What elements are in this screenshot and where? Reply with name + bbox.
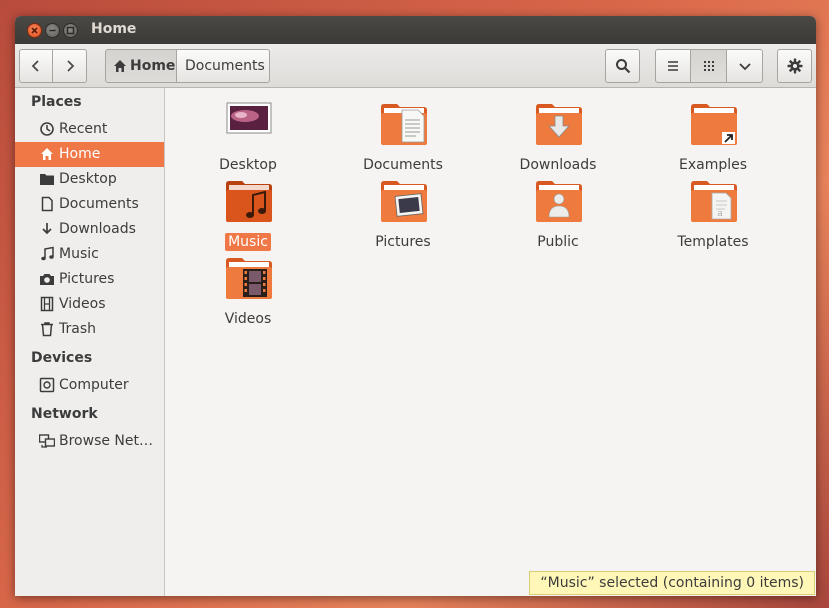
settings-button[interactable] <box>777 49 812 83</box>
back-button[interactable] <box>19 49 53 83</box>
places-header: Places <box>31 94 82 110</box>
maximize-button[interactable] <box>63 23 78 38</box>
sidebar-item-browse-network[interactable]: Browse Net… <box>15 429 164 454</box>
sidebar-item-pictures[interactable]: Pictures <box>15 267 164 292</box>
close-button[interactable] <box>27 23 42 38</box>
folder-label: Templates <box>677 234 749 250</box>
chevron-right-icon <box>66 60 74 72</box>
sidebar-item-home[interactable]: Home <box>15 142 164 167</box>
folder-label: Pictures <box>375 234 431 250</box>
sidebar-item-recent[interactable]: Recent <box>15 117 164 142</box>
file-grid: Desktop Documents Downloads Examples Mus… <box>165 88 816 596</box>
sidebar-item-label: Computer <box>59 377 129 393</box>
sidebar-item-label: Videos <box>59 296 106 312</box>
svg-text:a: a <box>717 209 723 219</box>
trash-icon <box>41 322 53 337</box>
folder-label: Desktop <box>219 157 277 173</box>
minimize-icon <box>49 29 56 32</box>
home-icon <box>114 60 126 72</box>
pictures-folder-icon <box>381 181 427 222</box>
view-options-button[interactable] <box>727 49 763 83</box>
film-icon <box>40 296 54 312</box>
music-folder-icon <box>226 181 272 222</box>
sidebar-item-documents[interactable]: Documents <box>15 192 164 217</box>
videos-folder-icon <box>226 258 272 299</box>
network-icon <box>39 434 55 448</box>
sidebar-item-downloads[interactable]: Downloads <box>15 217 164 242</box>
music-note-icon <box>41 246 54 261</box>
status-bar: “Music” selected (containing 0 items) <box>529 571 815 595</box>
computer-icon <box>39 377 55 393</box>
folder-label: Downloads <box>519 157 597 173</box>
folder-label: Documents <box>363 157 443 173</box>
clock-icon <box>40 122 54 136</box>
breadcrumb-home[interactable]: Home <box>105 49 177 83</box>
sidebar-item-trash[interactable]: Trash <box>15 317 164 342</box>
camera-icon <box>40 274 54 285</box>
download-icon <box>42 223 52 235</box>
title-bar: Home <box>15 16 816 44</box>
sidebar-item-label: Recent <box>59 121 108 137</box>
minimize-button[interactable] <box>45 23 60 38</box>
public-folder-icon <box>536 181 582 222</box>
file-manager-window: Home Home Documents Places Recent Home D… <box>15 16 816 596</box>
desktop-folder-icon <box>40 174 54 185</box>
folder-label: Public <box>537 234 579 250</box>
grid-view-icon <box>703 61 714 71</box>
templates-folder-icon: a <box>691 181 737 222</box>
sidebar-item-label: Pictures <box>59 271 115 287</box>
sidebar-item-music[interactable]: Music <box>15 242 164 267</box>
chevron-down-icon <box>738 63 751 71</box>
folder-label: Music <box>225 233 271 251</box>
network-header: Network <box>31 406 98 422</box>
sidebar-item-label: Downloads <box>59 221 136 237</box>
examples-folder-icon <box>691 104 737 145</box>
breadcrumb-documents[interactable]: Documents <box>177 49 270 83</box>
desktop-folder-icon <box>226 102 272 134</box>
sidebar-item-desktop[interactable]: Desktop <box>15 167 164 192</box>
toolbar: Home Documents <box>15 44 816 88</box>
devices-header: Devices <box>31 350 93 366</box>
sidebar-item-label: Documents <box>59 196 139 212</box>
search-icon <box>615 59 630 74</box>
gear-icon <box>787 58 802 74</box>
search-button[interactable] <box>605 49 640 83</box>
sidebar-item-label: Trash <box>59 321 96 337</box>
document-icon <box>41 196 53 212</box>
downloads-folder-icon <box>536 104 582 145</box>
breadcrumb-home-label: Home <box>130 58 176 74</box>
sidebar-item-computer[interactable]: Computer <box>15 373 164 398</box>
sidebar-item-label: Browse Net… <box>59 433 154 449</box>
breadcrumb-documents-label: Documents <box>185 58 265 74</box>
list-view-icon <box>668 61 678 71</box>
sidebar-item-label: Desktop <box>59 171 117 187</box>
documents-folder-icon <box>381 104 427 145</box>
grid-view-button[interactable] <box>691 49 727 83</box>
home-icon <box>41 148 53 160</box>
chevron-left-icon <box>31 60 39 72</box>
sidebar-item-videos[interactable]: Videos <box>15 292 164 317</box>
forward-button[interactable] <box>53 49 87 83</box>
folder-label: Examples <box>678 157 748 173</box>
close-icon <box>31 27 38 34</box>
sidebar-item-label: Home <box>59 146 101 162</box>
window-title: Home <box>91 21 137 37</box>
sidebar-item-label: Music <box>59 246 99 262</box>
maximize-icon <box>66 26 75 35</box>
sidebar: Places Recent Home Desktop Documents Dow… <box>15 88 165 596</box>
folder-label: Videos <box>224 311 272 327</box>
list-view-button[interactable] <box>655 49 691 83</box>
